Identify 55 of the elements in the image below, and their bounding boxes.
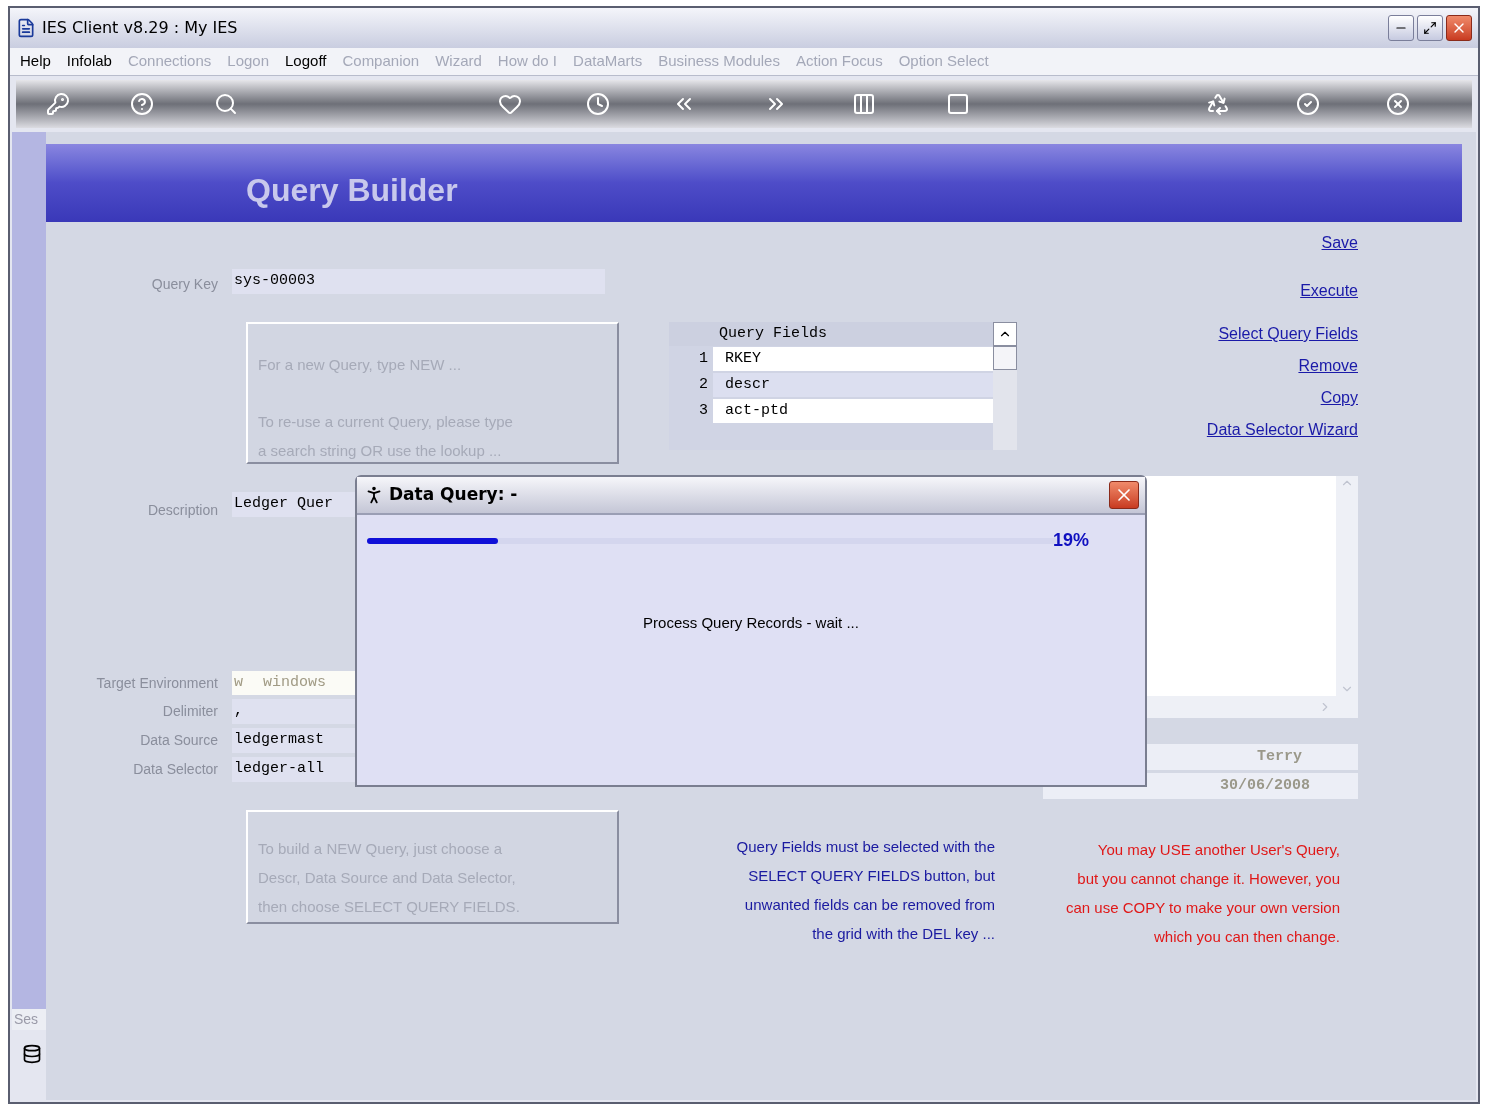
maximize-button[interactable] <box>1417 15 1443 41</box>
minimize-button[interactable] <box>1388 15 1414 41</box>
save-link[interactable]: Save <box>1321 231 1358 264</box>
warning-note: can use COPY to make your own version <box>1064 898 1340 918</box>
execute-link[interactable]: Execute <box>1300 279 1358 303</box>
text-field[interactable]: sys-00003 <box>232 269 605 294</box>
dialog-title: Data Query: - <box>389 483 518 507</box>
row-number: 1 <box>698 348 709 369</box>
clock-icon[interactable] <box>586 92 610 116</box>
menu-item[interactable]: Help <box>20 50 51 73</box>
progress-percent: 19% <box>1053 529 1090 552</box>
row-number: 2 <box>698 374 709 395</box>
scrollbar[interactable] <box>993 322 1017 450</box>
warning-note: You may USE another User's Query, <box>1096 840 1340 860</box>
recycle-icon[interactable] <box>1206 92 1230 116</box>
action-link[interactable]: Remove <box>1298 354 1358 378</box>
field-label: Query Key <box>151 276 218 292</box>
field-label: Delimiter <box>162 703 218 719</box>
grid-header: Query Fields <box>719 323 828 344</box>
app-icon <box>16 18 36 38</box>
help-note: unwanted fields can be removed from <box>743 895 995 915</box>
field-label: Description <box>147 502 218 518</box>
table-cell[interactable]: descr <box>713 373 993 397</box>
field-label: Target Environment <box>96 674 218 691</box>
heart-icon[interactable] <box>498 92 522 116</box>
action-link[interactable]: Select Query Fields <box>1218 322 1358 346</box>
page-title: Query Builder <box>246 171 458 210</box>
menu-item[interactable]: Logoff <box>285 50 327 73</box>
help-note: SELECT QUERY FIELDS button, but <box>747 866 995 886</box>
search-icon[interactable] <box>214 92 238 116</box>
maximize-icon <box>1423 21 1437 35</box>
status-message: Process Query Records - wait ... <box>642 613 860 633</box>
square-icon[interactable] <box>946 92 970 116</box>
close-button[interactable] <box>1446 15 1472 41</box>
check-icon[interactable] <box>1296 92 1320 116</box>
field-label: Data Selector <box>133 761 218 777</box>
database-icon <box>22 1044 42 1064</box>
help-note: the grid with the DEL key ... <box>811 924 995 944</box>
columns-icon[interactable] <box>852 92 876 116</box>
table-cell[interactable]: RKEY <box>713 347 993 371</box>
action-link[interactable]: Data Selector Wizard <box>1206 418 1358 442</box>
table-cell[interactable]: act-ptd <box>713 399 993 423</box>
help-note: Query Fields must be selected with the <box>735 837 995 857</box>
warning-note: which you can then change. <box>1153 927 1340 947</box>
action-link[interactable]: Copy <box>1320 386 1358 410</box>
field-label: Data Source <box>140 732 218 748</box>
help-icon[interactable] <box>130 92 154 116</box>
menu-item[interactable]: Infolab <box>66 50 112 73</box>
scroll-thumb[interactable] <box>993 346 1017 370</box>
close-icon[interactable] <box>1386 92 1410 116</box>
close-button[interactable] <box>1109 481 1139 509</box>
window-title: IES Client v8.29 : My IES <box>42 17 238 39</box>
key-icon[interactable] <box>46 92 70 116</box>
warning-note: but you cannot change it. However, you <box>1076 869 1340 889</box>
row-number: 3 <box>698 400 709 421</box>
